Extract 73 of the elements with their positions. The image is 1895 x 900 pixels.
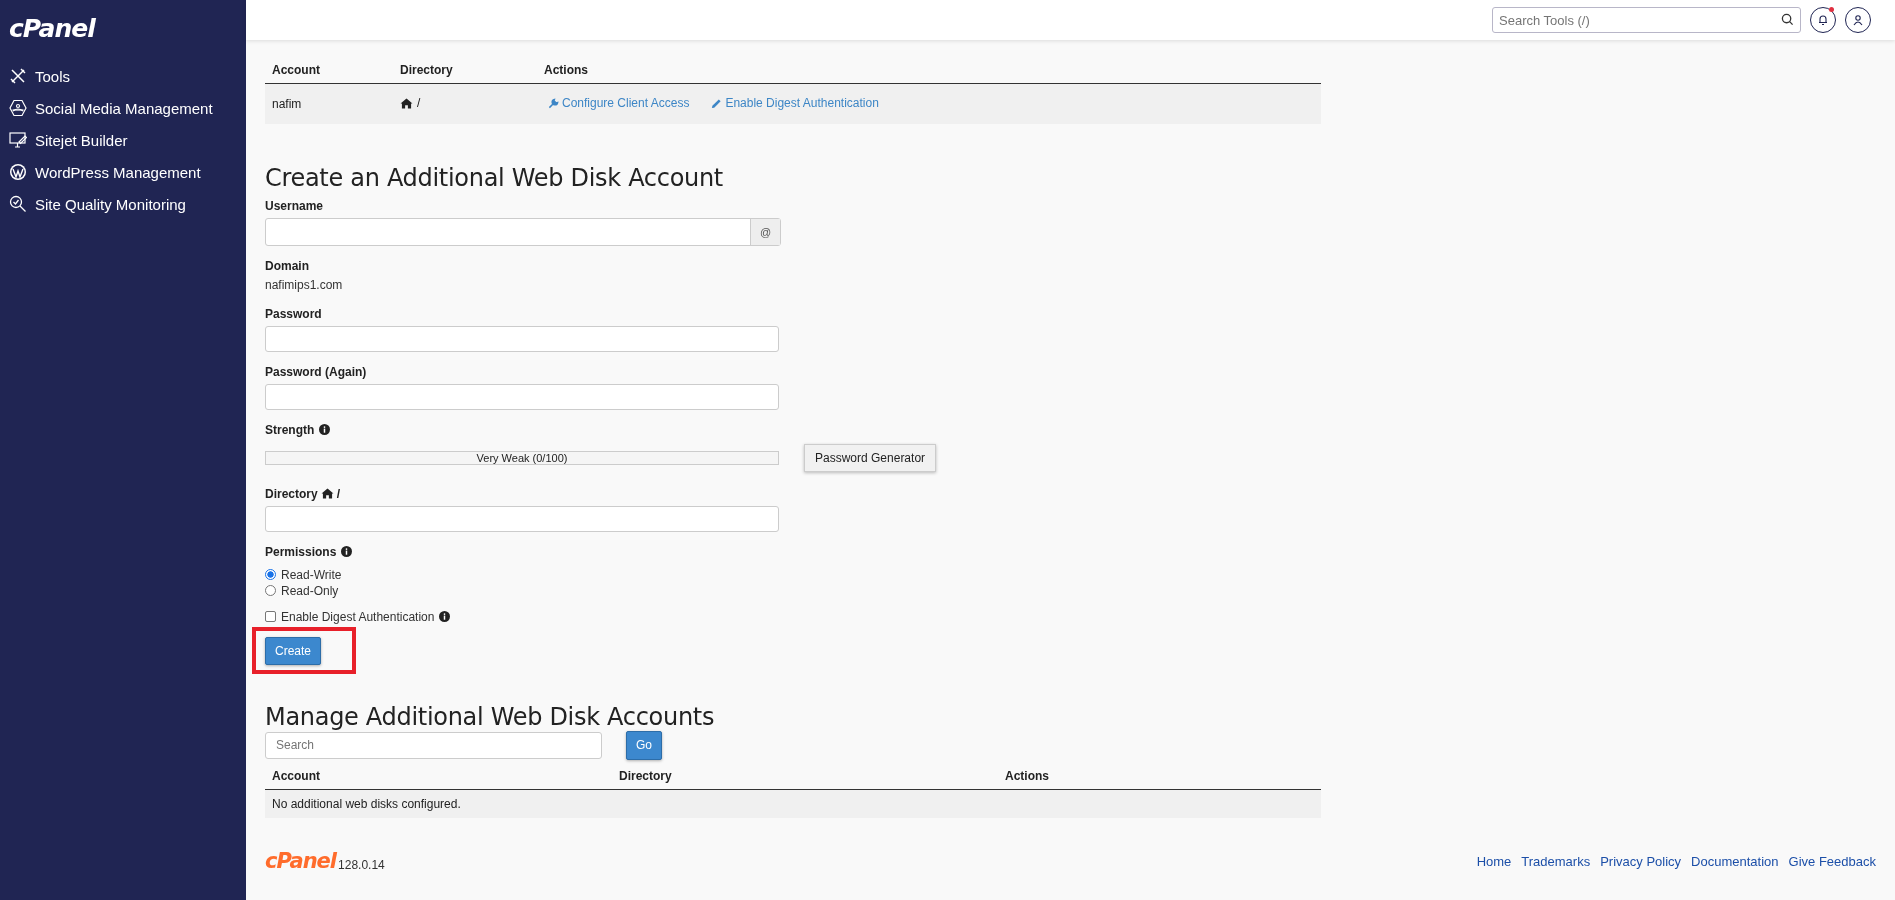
directory-field[interactable] [265, 505, 779, 532]
field-label: Password [265, 306, 322, 321]
version-text: 128.0.14 [338, 857, 385, 872]
user-button[interactable] [1845, 7, 1871, 33]
magnifier-check-icon [9, 195, 27, 213]
info-icon [319, 424, 331, 435]
column-header: Actions [998, 762, 1321, 789]
empty-message: No additional web disks configured. [265, 789, 1321, 818]
hexagon-people-icon [9, 99, 27, 117]
sidebar-item[interactable]: WordPress Management [0, 156, 246, 188]
password-generator-button[interactable]: Password Generator [804, 443, 937, 472]
column-header: Account [265, 762, 612, 789]
wordpress-icon [9, 163, 27, 181]
user-icon [1852, 14, 1864, 26]
cpanel-logo: cPanel [265, 850, 337, 872]
sidebar-item[interactable]: Tools [0, 60, 246, 92]
column-header: Directory [393, 57, 537, 84]
field-label: Permissions [265, 544, 337, 559]
radio-label: Read-Write [281, 567, 342, 582]
footer-link[interactable]: Home [1476, 853, 1512, 869]
go-button[interactable]: Go [626, 730, 662, 760]
monitor-pen-icon [9, 131, 27, 149]
cpanel-logo[interactable]: cPanel [0, 0, 246, 54]
wrench-icon [548, 97, 559, 109]
password-field[interactable] [265, 325, 779, 352]
field-label: Strength [265, 422, 315, 437]
crossed-tools-icon [9, 67, 27, 85]
domain-value: nafimips1.com [265, 277, 343, 292]
info-icon [341, 546, 353, 557]
column-header: Actions [537, 57, 1321, 84]
sidebar-item-label: Tools [35, 67, 71, 85]
field-label: Directory [265, 486, 318, 501]
notifications-button[interactable] [1810, 7, 1836, 33]
strength-reading: Very Weak (0/100) [476, 451, 568, 464]
directory-path: / [336, 486, 341, 501]
sidebar-item-label: Site Quality Monitoring [35, 195, 186, 213]
info-icon [439, 611, 451, 622]
checkbox[interactable] [265, 611, 276, 622]
action-link[interactable]: Configure Client Access [548, 96, 690, 110]
footer-link[interactable]: Privacy Policy [1600, 853, 1682, 869]
bell-icon [1817, 14, 1829, 26]
field-label: Domain [265, 258, 309, 273]
home-icon [400, 97, 413, 109]
home-icon [320, 488, 334, 499]
table-cell: nafim [265, 83, 393, 124]
radio-button[interactable] [265, 585, 276, 596]
radio-label: Read-Only [281, 583, 339, 598]
sidebar-item-label: Social Media Management [35, 99, 213, 117]
sidebar-item[interactable]: Site Quality Monitoring [0, 188, 246, 220]
footer-link[interactable]: Give Feedback [1788, 853, 1876, 869]
password-again-field[interactable] [265, 383, 779, 410]
section-heading: Create an Additional Web Disk Account [265, 163, 723, 192]
search-field[interactable]: Search [265, 731, 602, 759]
sidebar-item-label: WordPress Management [35, 163, 201, 181]
field-label: Password (Again) [265, 364, 367, 379]
radio-button[interactable] [265, 569, 276, 580]
pencil-icon [711, 97, 723, 109]
column-header: Directory [612, 762, 998, 789]
at-sign-addon: @ [750, 218, 780, 245]
checkbox-label: Enable Digest Authentication [281, 609, 435, 624]
footer-link[interactable]: Documentation [1691, 853, 1779, 869]
field-label: Username [265, 198, 324, 213]
username-field[interactable]: @ [265, 217, 781, 246]
sidebar-item[interactable]: Social Media Management [0, 92, 246, 124]
section-heading: Manage Additional Web Disk Accounts [265, 702, 715, 731]
search-icon[interactable] [1781, 13, 1794, 26]
search-tools-field[interactable]: Search Tools (/) [1492, 7, 1801, 33]
footer-link[interactable]: Trademarks [1521, 853, 1591, 869]
directory-path: / [417, 96, 421, 110]
sidebar-item[interactable]: Sitejet Builder [0, 124, 246, 156]
sidebar-item-label: Sitejet Builder [35, 131, 128, 149]
column-header: Account [265, 57, 393, 84]
create-button[interactable]: Create [265, 636, 321, 665]
